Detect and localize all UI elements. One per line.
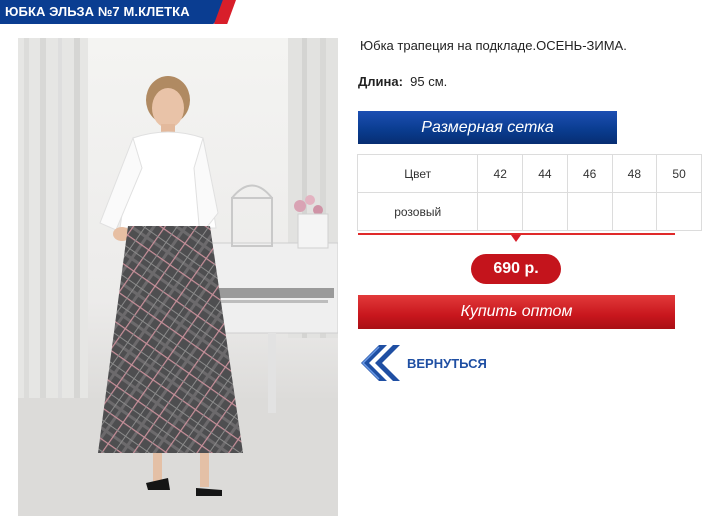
size-header-44: 44 [522, 154, 568, 193]
color-name-cell: розовый [356, 192, 479, 231]
length-value: 95 см. [410, 74, 448, 89]
size-header-48: 48 [611, 154, 658, 193]
length-label: Длина: [358, 74, 403, 89]
size-header-46: 46 [566, 154, 613, 193]
product-photo[interactable] [18, 38, 338, 516]
quantity-cell-48[interactable] [611, 192, 658, 231]
price-badge: 690 р. [471, 254, 561, 284]
product-length: Длина: 95 см. [358, 74, 447, 89]
product-title: ЮБКА ЭЛЬЗА №7 М.КЛЕТКА [5, 4, 190, 19]
size-header-42: 42 [477, 154, 524, 193]
size-table: Цвет 42 44 46 48 50 розовый [356, 154, 702, 231]
size-table-header-row: Цвет 42 44 46 48 50 [356, 154, 702, 193]
product-description: Юбка трапеция на подкладе.ОСЕНЬ-ЗИМА. [360, 38, 627, 53]
buy-wholesale-button[interactable]: Купить оптом [358, 295, 675, 329]
back-label: ВЕРНУТЬСЯ [407, 355, 487, 371]
title-banner: ЮБКА ЭЛЬЗА №7 М.КЛЕТКА [0, 0, 240, 26]
table-row: розовый [356, 192, 702, 231]
price-pointer-icon [511, 235, 521, 242]
double-chevron-left-icon [361, 345, 400, 381]
quantity-cell-50[interactable] [656, 192, 702, 231]
size-chart-button[interactable]: Размерная сетка [358, 111, 617, 144]
back-link[interactable]: ВЕРНУТЬСЯ [357, 340, 487, 386]
quantity-cell-42[interactable] [477, 192, 524, 231]
quantity-cell-46[interactable] [566, 192, 613, 231]
color-header: Цвет [356, 154, 479, 193]
size-header-50: 50 [656, 154, 702, 193]
quantity-cell-44[interactable] [522, 192, 568, 231]
